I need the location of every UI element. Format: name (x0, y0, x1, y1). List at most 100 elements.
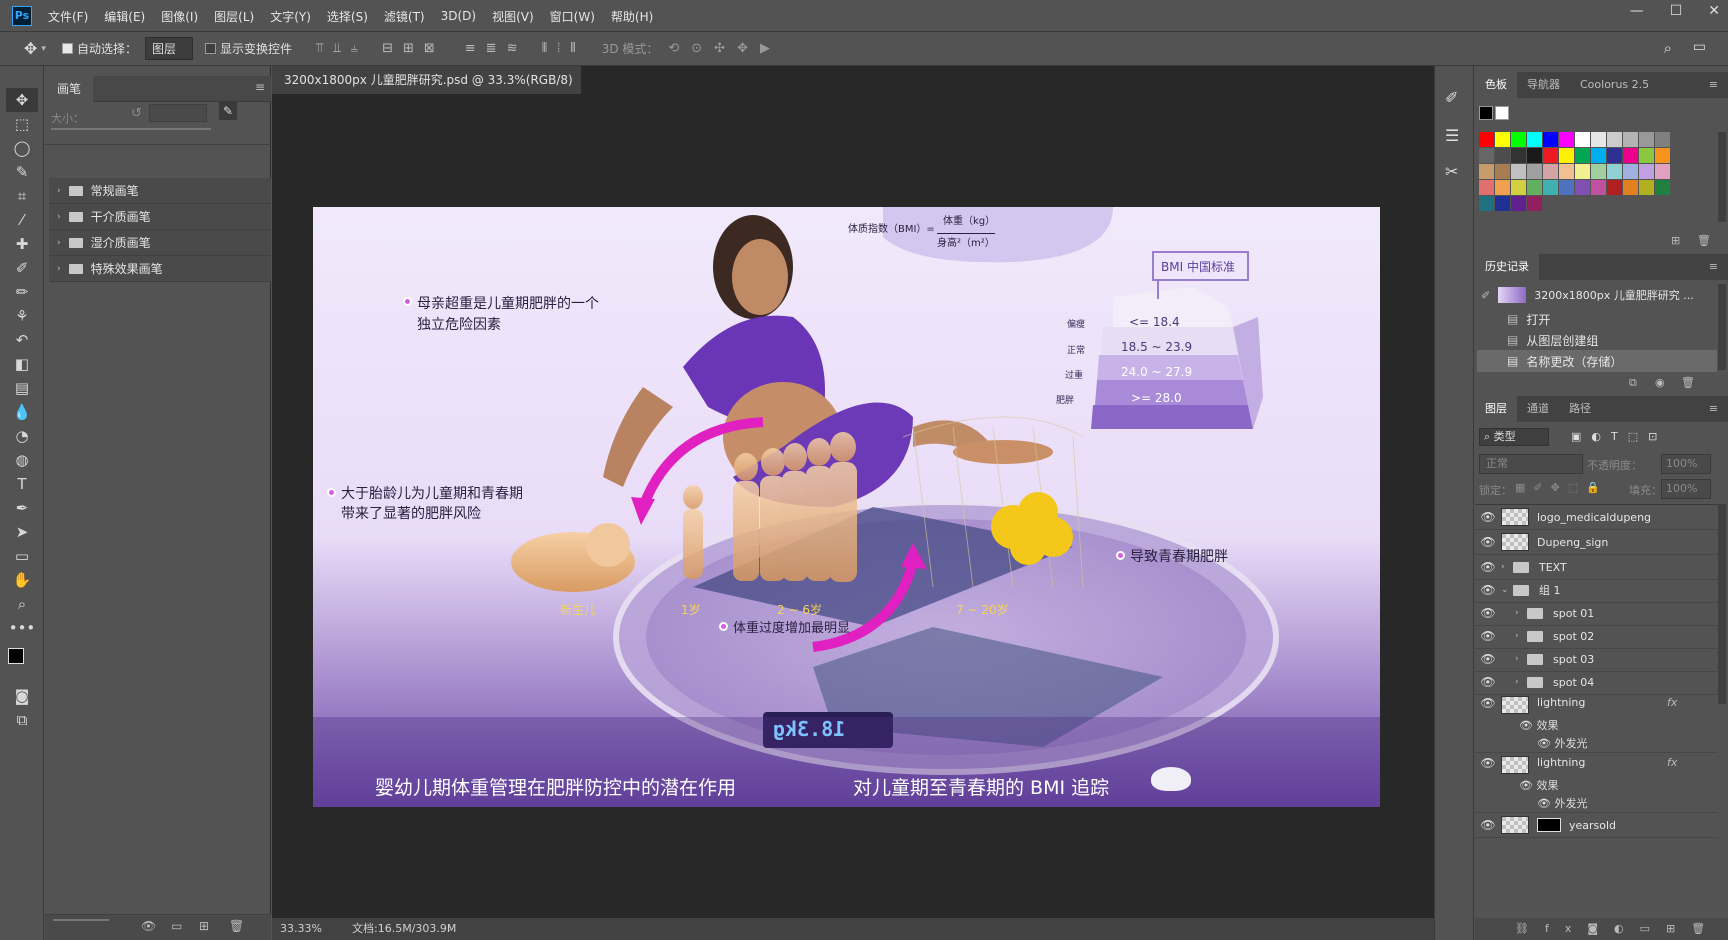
menu-select[interactable]: 选择(S) (327, 8, 368, 25)
swatch[interactable] (1575, 180, 1590, 195)
tools-panel-icon[interactable]: ✂ (1445, 162, 1458, 181)
swatch[interactable] (1479, 180, 1494, 195)
swatch[interactable] (1495, 196, 1510, 211)
swatch[interactable] (1495, 148, 1510, 163)
pencil-tool-icon[interactable]: ✏ (6, 280, 38, 304)
more-tools-icon[interactable]: ••• (6, 616, 38, 640)
eraser-tool-icon[interactable]: ◧ (6, 352, 38, 376)
swatch[interactable] (1575, 164, 1590, 179)
swatch[interactable] (1623, 132, 1638, 147)
swatch[interactable] (1543, 148, 1558, 163)
history-item-selected[interactable]: ▤ 名称更改（存储） (1477, 350, 1717, 372)
marquee-tool-icon[interactable]: ⬚ (6, 112, 38, 136)
quick-mask-icon[interactable]: ◙ (6, 684, 38, 708)
swatch[interactable] (1479, 106, 1493, 120)
swatch[interactable] (1639, 180, 1654, 195)
history-item[interactable]: ▤ 从图层创建组 (1477, 329, 1717, 351)
quick-select-tool-icon[interactable]: ✎ (6, 160, 38, 184)
tab-navigator[interactable]: 导航器 (1517, 72, 1570, 98)
blend-mode-dropdown[interactable]: 正常 (1479, 454, 1583, 474)
auto-select-checkbox[interactable] (61, 43, 73, 54)
swatch[interactable] (1527, 132, 1542, 147)
swatch[interactable] (1655, 164, 1670, 179)
swatch[interactable] (1655, 148, 1670, 163)
swatch[interactable] (1607, 132, 1622, 147)
panel-menu-icon[interactable]: ≡ (1699, 396, 1728, 422)
visibility-icon[interactable]: 👁 (1475, 756, 1501, 770)
swatch[interactable] (1623, 148, 1638, 163)
preview-size-slider[interactable] (53, 919, 109, 921)
swatch[interactable] (1479, 196, 1494, 211)
gradient-tool-icon[interactable]: ▤ (6, 376, 38, 400)
swatch[interactable] (1639, 164, 1654, 179)
pen-tool-icon[interactable]: ✒ (6, 496, 38, 520)
new-swatch-icon[interactable]: ⊞ (1671, 234, 1680, 247)
swatch[interactable] (1623, 164, 1638, 179)
menu-window[interactable]: 窗口(W) (550, 8, 595, 25)
swatch[interactable] (1639, 148, 1654, 163)
visibility-icon[interactable]: 👁 (1475, 606, 1501, 620)
layer-row[interactable]: 👁 ⌄ 组 1 (1475, 578, 1718, 603)
path-select-tool-icon[interactable]: ➤ (6, 520, 38, 544)
visibility-icon[interactable]: 👁 (1475, 696, 1501, 710)
panel-menu-icon[interactable]: ≡ (1699, 72, 1728, 98)
swatch[interactable] (1559, 164, 1574, 179)
chevron-right-icon[interactable]: › (1515, 677, 1527, 687)
swatch[interactable] (1543, 164, 1558, 179)
camera-icon[interactable]: ◉ (1655, 376, 1665, 389)
opacity-input[interactable]: 100% (1661, 454, 1711, 474)
swatch[interactable] (1655, 180, 1670, 195)
menu-file[interactable]: 文件(F) (48, 8, 88, 25)
visibility-icon[interactable]: 👁 (1537, 797, 1551, 810)
swatch[interactable] (1543, 132, 1558, 147)
reset-icon[interactable]: ↺ (131, 106, 142, 121)
type-tool-icon[interactable]: T (6, 472, 38, 496)
layer-filter-dropdown[interactable]: ⌕ 类型 (1479, 428, 1549, 446)
layer-row[interactable]: 👁 › spot 01 (1475, 601, 1718, 626)
size-slider[interactable] (51, 128, 211, 130)
swatch-grid[interactable] (1479, 132, 1689, 232)
menu-edit[interactable]: 编辑(E) (104, 8, 145, 25)
layer-filter-icons[interactable]: ▣◐T⬚⊡ (1571, 430, 1667, 443)
rectangle-tool-icon[interactable]: ▭ (6, 544, 38, 568)
visibility-icon[interactable]: 👁 (1475, 652, 1501, 666)
swatch[interactable] (1479, 148, 1494, 163)
zoom-level[interactable]: 33.33% (280, 918, 322, 940)
layer-row[interactable]: 👁 lightning fx 👁 效果 👁 外发光 (1475, 753, 1718, 813)
tab-swatches[interactable]: 色板 (1475, 72, 1517, 98)
swatch[interactable] (1591, 148, 1606, 163)
align-icons[interactable]: ⫪⫫⫨ ⊟⊞⊠ (316, 41, 445, 56)
history-brush-tool-icon[interactable]: ↶ (6, 328, 38, 352)
tab-history[interactable]: 历史记录 (1475, 254, 1539, 280)
hand-tool-icon[interactable]: ✋ (6, 568, 38, 592)
menu-type[interactable]: 文字(Y) (270, 8, 311, 25)
swatch[interactable] (1495, 132, 1510, 147)
scrollbar[interactable] (1718, 504, 1726, 704)
brush-folder[interactable]: › 干介质画笔 (49, 204, 271, 230)
clone-stamp-tool-icon[interactable]: ⚘ (6, 304, 38, 328)
zoom-tool-icon[interactable]: ⌕ (6, 592, 38, 616)
distribute-icons[interactable]: ≡≣≋ ⦀⦙⫴ (465, 41, 586, 56)
move-tool-icon[interactable]: ✥ (24, 39, 37, 58)
new-doc-from-state-icon[interactable]: ⧉ (1629, 376, 1637, 390)
screen-mode-icon[interactable]: ⧉ (6, 708, 38, 732)
tab-layers[interactable]: 图层 (1475, 396, 1517, 422)
layer-row[interactable]: 👁 › spot 02 (1475, 624, 1718, 649)
visibility-icon[interactable]: 👁 (1475, 629, 1501, 643)
fill-input[interactable]: 100% (1661, 479, 1711, 499)
menu-help[interactable]: 帮助(H) (611, 8, 653, 25)
crop-tool-icon[interactable]: ⌗ (6, 184, 38, 208)
canvas-image[interactable]: 体质指数（BMI）= 体重（kg） 身高²（m²） BMI 中国标准 偏瘦 <=… (313, 207, 1380, 807)
menu-image[interactable]: 图像(I) (161, 8, 198, 25)
brush-settings-icon[interactable]: ✎ (219, 102, 237, 120)
swatch[interactable] (1479, 164, 1494, 179)
swatch[interactable] (1591, 132, 1606, 147)
menu-3d[interactable]: 3D(D) (441, 9, 476, 23)
swatch[interactable] (1559, 148, 1574, 163)
visibility-icon[interactable]: 👁 (1537, 737, 1551, 750)
document-tab[interactable]: 3200x1800px 儿童肥胖研究.psd @ 33.3%(RGB/8) *✕ (272, 66, 582, 115)
blur-tool-icon[interactable]: 💧 (6, 400, 38, 424)
swatch[interactable] (1543, 180, 1558, 195)
swatch[interactable] (1511, 180, 1526, 195)
chevron-right-icon[interactable]: › (1515, 631, 1527, 641)
